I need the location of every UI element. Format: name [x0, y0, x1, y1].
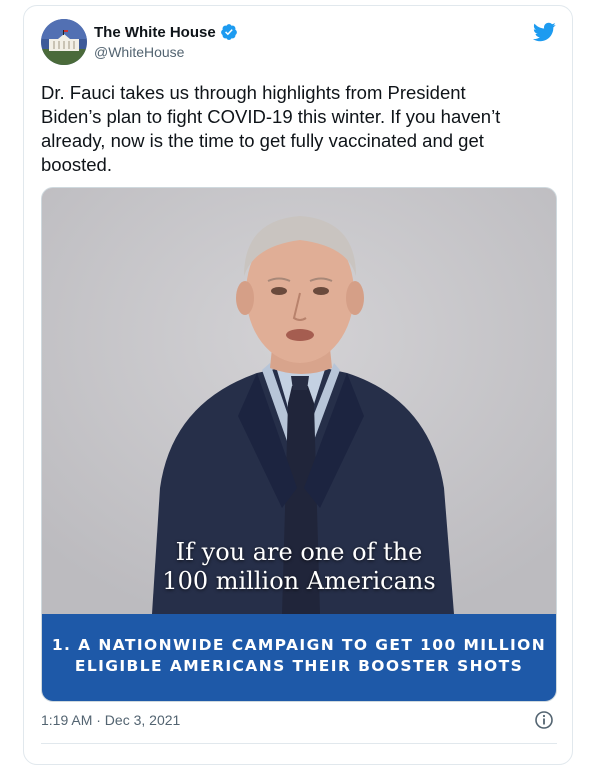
author-handle[interactable]: @WhiteHouse	[94, 44, 184, 60]
divider	[41, 743, 557, 744]
tweet-text: Dr. Fauci takes us through highlights fr…	[41, 82, 501, 175]
white-house-avatar-image	[41, 19, 87, 65]
banner-line-2: ELIGIBLE AMERICANS THEIR BOOSTER SHOTS	[74, 657, 524, 675]
video-caption-line-2: 100 million Americans	[162, 567, 436, 595]
tweet-timestamp[interactable]: 1:19 AM · Dec 3, 2021	[41, 712, 180, 728]
banner-line-1: 1. A NATIONWIDE CAMPAIGN TO GET 100 MILL…	[51, 636, 547, 654]
tweet-video-player[interactable]: If you are one of the 100 million Americ…	[41, 187, 557, 702]
video-banner: 1. A NATIONWIDE CAMPAIGN TO GET 100 MILL…	[42, 614, 556, 701]
twitter-bird-icon[interactable]	[532, 20, 556, 44]
tweet-card[interactable]: The White House @WhiteHouse Dr. Fauci ta…	[23, 5, 573, 765]
verified-badge-icon	[220, 23, 238, 41]
info-icon[interactable]	[534, 710, 554, 730]
video-caption-line-1: If you are one of the	[175, 538, 423, 566]
author-display-name[interactable]: The White House	[94, 23, 238, 41]
display-name-text[interactable]: The White House	[94, 24, 216, 41]
avatar[interactable]	[41, 19, 87, 65]
